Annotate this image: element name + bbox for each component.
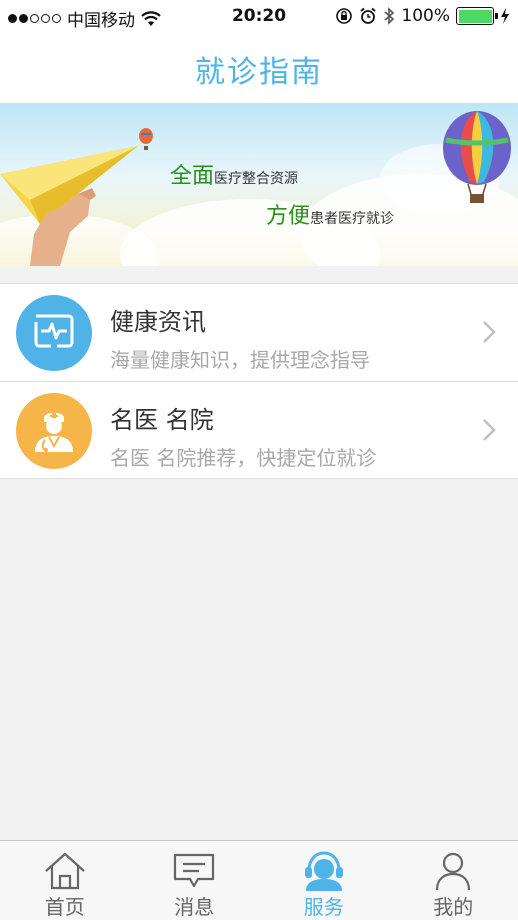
tab-home[interactable]: 首页	[0, 841, 130, 920]
status-bar: 中国移动 20:20 100%	[0, 0, 518, 34]
hot-air-balloon-icon	[443, 111, 511, 203]
battery-percent: 100%	[401, 6, 450, 26]
paper-plane-hand-icon	[0, 146, 138, 266]
doctor-icon	[16, 393, 92, 469]
battery-icon	[456, 7, 498, 25]
banner-slogan-2: 方便患者医疗就诊	[266, 198, 394, 230]
list-item-title: 名医 名院	[110, 406, 214, 434]
list-item-subtitle: 海量健康知识，提供理念指导	[110, 348, 370, 372]
list-item-title: 健康资讯	[110, 308, 206, 336]
page-title: 就诊指南	[195, 54, 323, 90]
alarm-icon	[360, 7, 376, 24]
rotation-lock-icon	[336, 8, 353, 24]
list-item-health-news[interactable]: 健康资讯 海量健康知识，提供理念指导	[0, 283, 518, 381]
list-item-subtitle: 名医 名院推荐，快捷定位就诊	[110, 446, 377, 470]
home-icon	[45, 852, 85, 890]
chevron-right-icon	[483, 419, 496, 441]
service-list: 健康资讯 海量健康知识，提供理念指导 名医 名院 名医 名院推荐，快捷定位就诊	[0, 283, 518, 479]
tab-label: 我的	[433, 895, 474, 919]
tab-bar: 首页 消息 服务 我的	[0, 840, 518, 920]
chevron-right-icon	[483, 321, 496, 343]
profile-icon	[436, 852, 471, 891]
status-right: 100%	[335, 6, 510, 26]
list-item-famous-doctors[interactable]: 名医 名院 名医 名院推荐，快捷定位就诊	[0, 381, 518, 479]
promo-banner[interactable]: 全面医疗整合资源 方便患者医疗就诊	[0, 104, 518, 266]
nav-bar: 就诊指南	[0, 34, 518, 104]
banner-slogan-1-emphasis: 全面	[170, 164, 215, 189]
health-monitor-icon	[16, 295, 92, 371]
message-icon	[174, 853, 215, 888]
tab-label: 首页	[44, 895, 85, 919]
tab-service[interactable]: 服务	[259, 841, 389, 920]
charging-icon	[501, 8, 509, 24]
tab-profile[interactable]: 我的	[389, 841, 518, 920]
tab-label: 消息	[174, 895, 215, 919]
small-hot-air-balloon-icon	[139, 128, 153, 150]
banner-slogan-1-text: 医疗整合资源	[214, 171, 299, 187]
tab-messages[interactable]: 消息	[130, 841, 260, 920]
service-icon	[304, 851, 343, 891]
banner-slogan-2-text: 患者医疗就诊	[310, 211, 395, 227]
tab-label: 服务	[303, 895, 344, 919]
banner-slogan-1: 全面医疗整合资源	[170, 158, 298, 190]
bluetooth-icon	[384, 7, 395, 25]
banner-slogan-2-emphasis: 方便	[266, 204, 311, 229]
